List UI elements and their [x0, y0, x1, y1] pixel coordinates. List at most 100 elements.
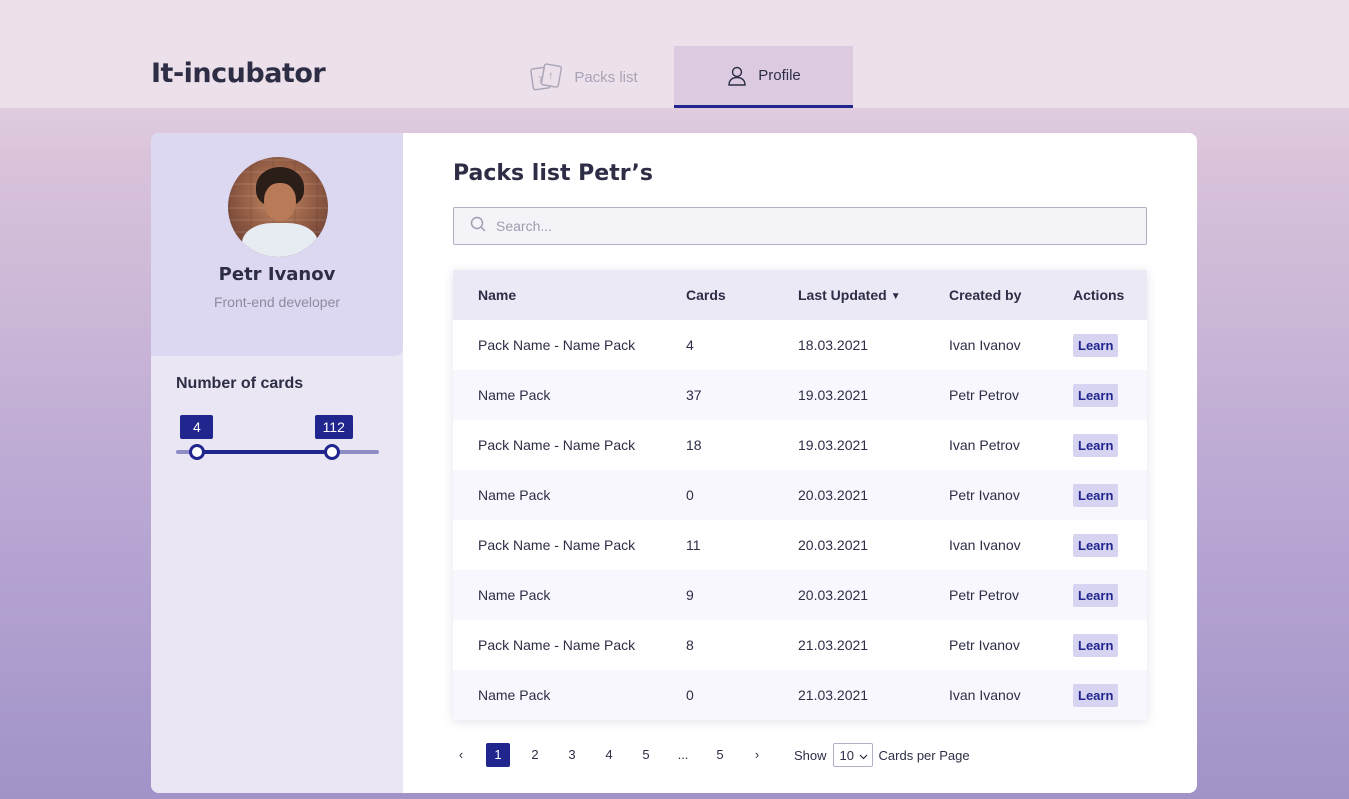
search-input[interactable] [496, 218, 1146, 234]
page-button[interactable]: 1 [486, 743, 510, 767]
learn-button[interactable]: Learn [1073, 383, 1119, 407]
page-button[interactable]: 2 [523, 743, 547, 767]
sort-desc-icon[interactable]: ▼ [891, 291, 901, 302]
table-row: Name Pack 0 21.03.2021 Ivan Ivanov Learn [453, 670, 1147, 720]
column-header-created-by[interactable]: Created by [949, 287, 1073, 303]
per-page-select[interactable]: 10 [832, 743, 873, 767]
table-row: Pack Name - Name Pack 8 21.03.2021 Petr Iva… [453, 620, 1147, 670]
cell-name: Name Pack [478, 687, 551, 703]
cell-name: Pack Name - Name Pack [478, 537, 636, 553]
cell-name: Pack Name - Name Pack [478, 437, 636, 453]
search-box[interactable] [453, 207, 1147, 245]
table-header: Name Cards Last Updated ▼ Created by Acti… [453, 270, 1147, 320]
table-row: Pack Name - Name Pack 18 19.03.2021 Ivan Pe… [453, 420, 1147, 470]
cell-actions: Learn [1073, 433, 1147, 457]
column-header-actions: Actions [1073, 287, 1125, 303]
cell-name: Name Pack [478, 387, 551, 403]
page-ellipsis: ... [677, 747, 689, 762]
cell-cards: 9 [686, 587, 694, 603]
cell-name: Pack Name - Name Pack [478, 637, 636, 653]
cell-cards: 37 [686, 387, 702, 403]
cell-last-updated: 20.03.2021 [798, 587, 869, 603]
learn-button[interactable]: Learn [1073, 683, 1119, 707]
cell-created-by: Petr Ivanov [949, 487, 1020, 503]
learn-button[interactable]: Learn [1073, 533, 1119, 557]
cell-created-by: Ivan Ivanov [949, 537, 1021, 553]
cards-icon: ? ! [530, 62, 564, 92]
cell-cards: 8 [686, 637, 694, 653]
profile-box: Petr Ivanov Front-end developer [151, 133, 403, 356]
page-list: 1 2 3 4 5... 5 [486, 743, 745, 767]
learn-button[interactable]: Learn [1073, 483, 1119, 507]
tab-profile[interactable]: Profile [674, 46, 853, 108]
cell-last-updated: 21.03.2021 [798, 637, 869, 653]
slider-min-handle[interactable] [189, 444, 206, 460]
cell-created-by: Ivan Ivanov [949, 337, 1021, 353]
cell-actions: Learn [1073, 683, 1147, 707]
packs-table: Name Cards Last Updated ▼ Created by Acti… [453, 270, 1147, 720]
sidebar: Petr Ivanov Front-end developer Number o… [151, 133, 403, 793]
table-body: Pack Name - Name Pack 4 18.03.2021 Ivan Iva… [453, 320, 1147, 720]
cell-actions: Learn [1073, 533, 1147, 557]
top-bar: It-incubator ? ! Packs list Profile [0, 0, 1349, 108]
slider-min-value: 4 [180, 415, 214, 439]
number-of-cards-title: Number of cards [176, 375, 304, 392]
column-header-cards[interactable]: Cards [686, 287, 798, 303]
cell-last-updated: 20.03.2021 [798, 487, 869, 503]
next-page-button[interactable]: › [745, 743, 769, 767]
cell-last-updated: 19.03.2021 [798, 387, 869, 403]
cell-last-updated: 19.03.2021 [798, 437, 869, 453]
column-header-last-updated[interactable]: Last Updated ▼ [798, 287, 949, 303]
column-header-last-updated-label: Last Updated [798, 287, 887, 303]
cell-cards: 0 [686, 487, 694, 503]
cell-created-by: Petr Petrov [949, 387, 1020, 403]
svg-text:!: ! [549, 72, 553, 82]
cell-name: Name Pack [478, 587, 551, 603]
learn-button[interactable]: Learn [1073, 433, 1119, 457]
cell-created-by: Petr Petrov [949, 587, 1020, 603]
svg-text:?: ? [538, 76, 543, 86]
column-header-name[interactable]: Name [453, 287, 686, 303]
tab-packs-list[interactable]: ? ! Packs list [494, 46, 674, 108]
learn-button[interactable]: Learn [1073, 633, 1119, 657]
prev-page-button[interactable]: ‹ [449, 743, 473, 767]
avatar [228, 157, 328, 257]
cell-cards: 4 [686, 337, 694, 353]
pagination: ‹ 1 2 3 4 5... 5 › Show 10 Cards per Page [449, 743, 970, 767]
cell-cards: 11 [686, 537, 701, 553]
user-icon [726, 65, 748, 87]
cell-cards: 0 [686, 687, 694, 703]
table-row: Pack Name - Name Pack 4 18.03.2021 Ivan Iva… [453, 320, 1147, 370]
app-logo: It-incubator [151, 58, 326, 89]
table-row: Name Pack 9 20.03.2021 Petr Petrov Learn [453, 570, 1147, 620]
learn-button[interactable]: Learn [1073, 333, 1119, 357]
tab-packs-list-label: Packs list [574, 68, 638, 86]
cell-actions: Learn [1073, 383, 1147, 407]
show-label: Show [794, 747, 827, 763]
cell-cards: 18 [686, 437, 702, 453]
cell-created-by: Ivan Ivanov [949, 687, 1021, 703]
profile-name: Petr Ivanov [218, 264, 336, 285]
profile-role: Front-end developer [213, 294, 341, 310]
page-button[interactable]: 5 [708, 743, 732, 767]
cell-actions: Learn [1073, 483, 1147, 507]
tab-profile-label: Profile [758, 67, 801, 84]
cell-created-by: Ivan Petrov [949, 437, 1020, 453]
range-slider-fill [197, 450, 332, 454]
cell-last-updated: 18.03.2021 [798, 337, 869, 353]
cell-actions: Learn [1073, 333, 1147, 357]
cell-last-updated: 21.03.2021 [798, 687, 869, 703]
page-title: Packs list Petr’s [453, 161, 653, 186]
table-row: Name Pack 37 19.03.2021 Petr Petrov Learn [453, 370, 1147, 420]
learn-button[interactable]: Learn [1073, 583, 1119, 607]
cell-name: Name Pack [478, 487, 551, 503]
page-button[interactable]: 5 [634, 743, 658, 767]
cell-actions: Learn [1073, 583, 1147, 607]
slider-max-handle[interactable] [323, 444, 340, 460]
main-panel: Packs list Petr’s Name Cards Last Update… [403, 133, 1197, 793]
table-row: Name Pack 0 20.03.2021 Petr Ivanov Learn [453, 470, 1147, 520]
page-button[interactable]: 3 [560, 743, 584, 767]
cell-name: Pack Name - Name Pack [478, 337, 636, 353]
cell-created-by: Petr Ivanov [949, 637, 1020, 653]
page-button[interactable]: 4 [597, 743, 621, 767]
